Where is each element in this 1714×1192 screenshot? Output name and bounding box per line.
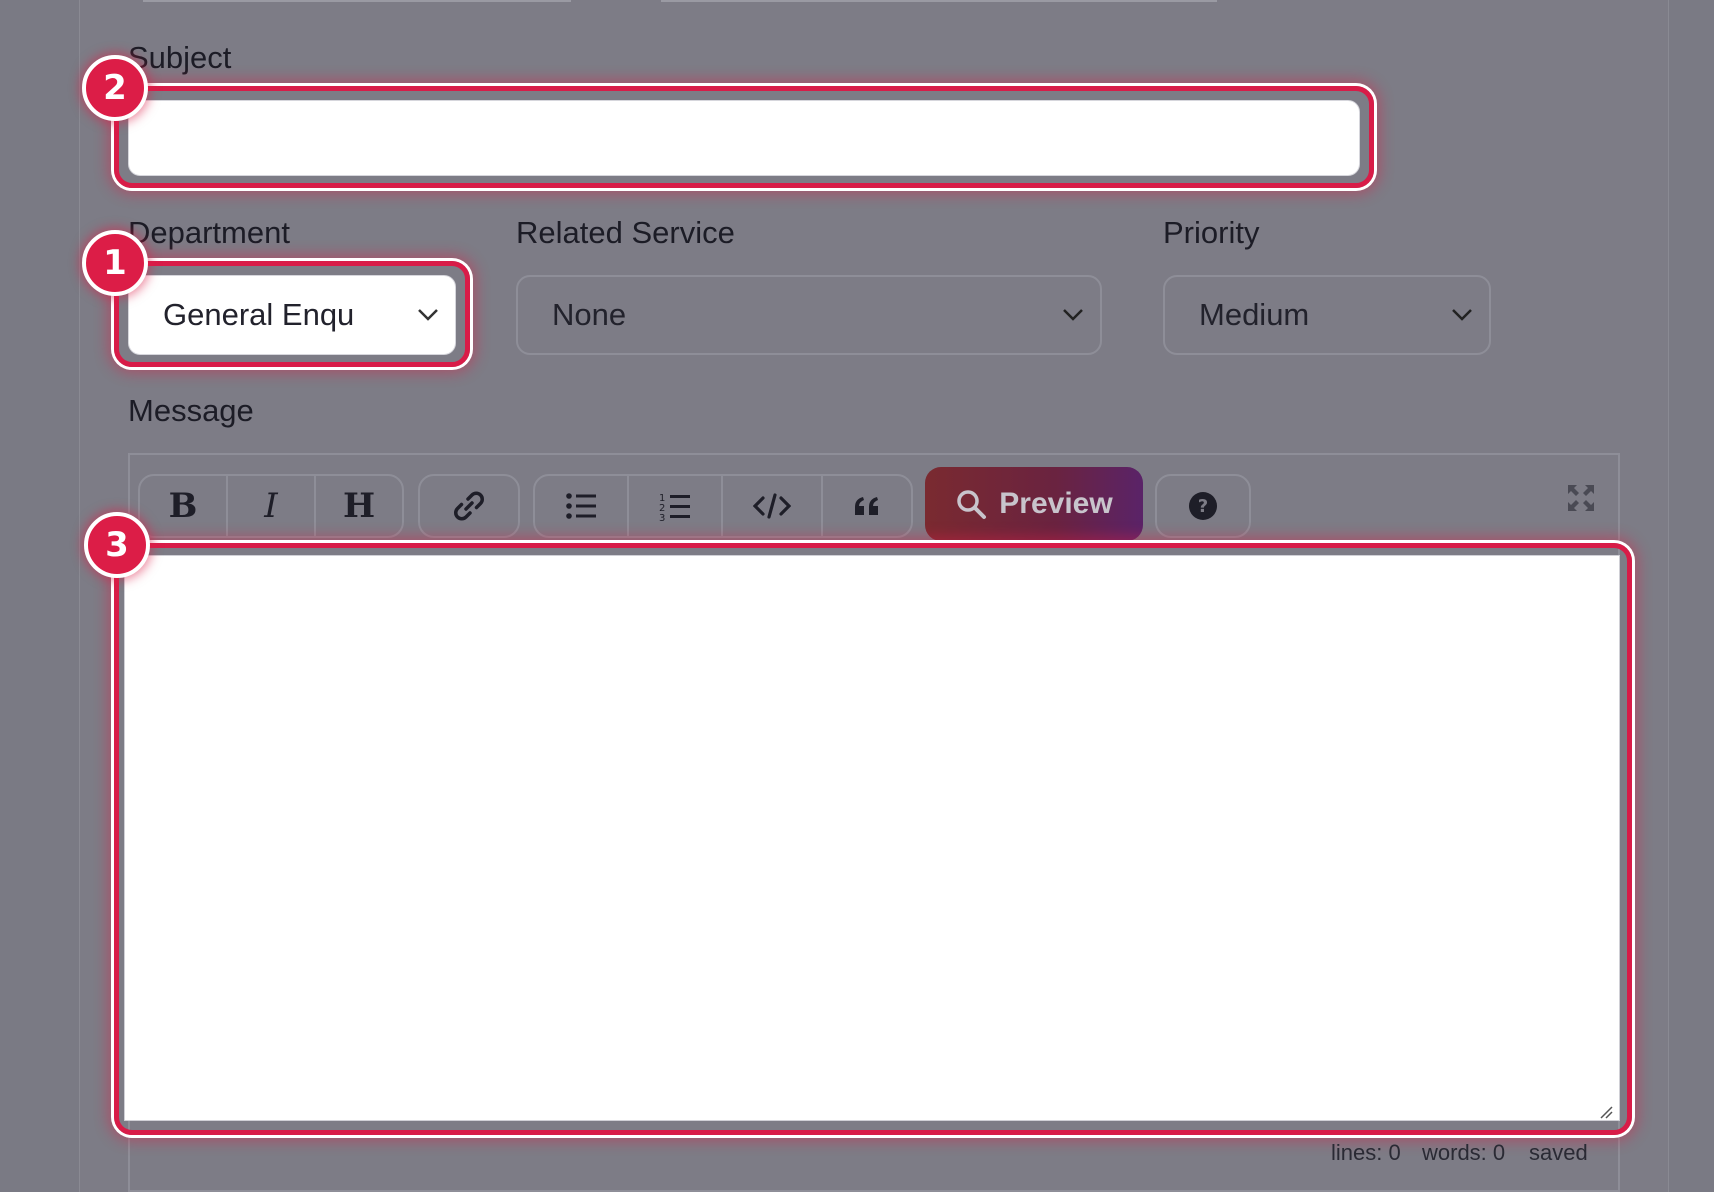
link-icon — [454, 491, 484, 521]
help-button[interactable]: ? — [1157, 476, 1249, 536]
annotation-badge-2: 2 — [82, 55, 148, 121]
related-service-label: Related Service — [516, 215, 735, 250]
annotation-badge-3: 3 — [84, 512, 150, 578]
preview-button[interactable]: Preview — [925, 467, 1143, 541]
toolbar-format-group: B I H — [138, 474, 404, 538]
word-count: words: 0 — [1422, 1140, 1506, 1165]
related-service-select[interactable]: None — [516, 275, 1102, 355]
bullet-list-icon — [566, 493, 596, 519]
code-icon — [753, 493, 791, 519]
chevron-down-icon — [1452, 309, 1472, 321]
quote-icon — [855, 497, 878, 515]
highlight-message — [114, 543, 1632, 1135]
italic-button[interactable]: I — [228, 476, 316, 536]
message-label: Message — [128, 393, 254, 428]
highlight-department — [114, 261, 470, 367]
bullet-list-button[interactable] — [535, 476, 629, 536]
bold-button[interactable]: B — [140, 476, 228, 536]
toolbar-help-group: ? — [1155, 474, 1251, 538]
fullscreen-icon[interactable] — [1566, 483, 1596, 513]
code-button[interactable] — [723, 476, 823, 536]
priority-label: Priority — [1163, 215, 1260, 250]
save-status: saved — [1529, 1140, 1588, 1165]
preview-label: Preview — [999, 487, 1113, 520]
toolbar-link-group — [418, 474, 520, 538]
link-button[interactable] — [420, 476, 518, 536]
department-label: Department — [128, 215, 290, 250]
chevron-down-icon — [1063, 309, 1083, 321]
divider — [661, 0, 1217, 2]
related-service-selected-value: None — [552, 297, 627, 332]
heading-button[interactable]: H — [316, 476, 402, 536]
svg-text:3: 3 — [659, 513, 665, 521]
svg-text:?: ? — [1198, 496, 1208, 517]
priority-select[interactable]: Medium — [1163, 275, 1491, 355]
priority-selected-value: Medium — [1199, 297, 1310, 332]
numbered-list-icon: 1 2 3 — [659, 493, 690, 521]
numbered-list-button[interactable]: 1 2 3 — [629, 476, 723, 536]
annotation-badge-1: 1 — [82, 230, 148, 296]
divider — [143, 0, 571, 2]
highlight-subject — [114, 86, 1374, 188]
line-count: lines: 0 — [1331, 1140, 1401, 1165]
toolbar-block-group: 1 2 3 — [533, 474, 913, 538]
search-icon — [957, 490, 987, 519]
help-icon: ? — [1189, 492, 1217, 520]
quote-button[interactable] — [823, 476, 911, 536]
